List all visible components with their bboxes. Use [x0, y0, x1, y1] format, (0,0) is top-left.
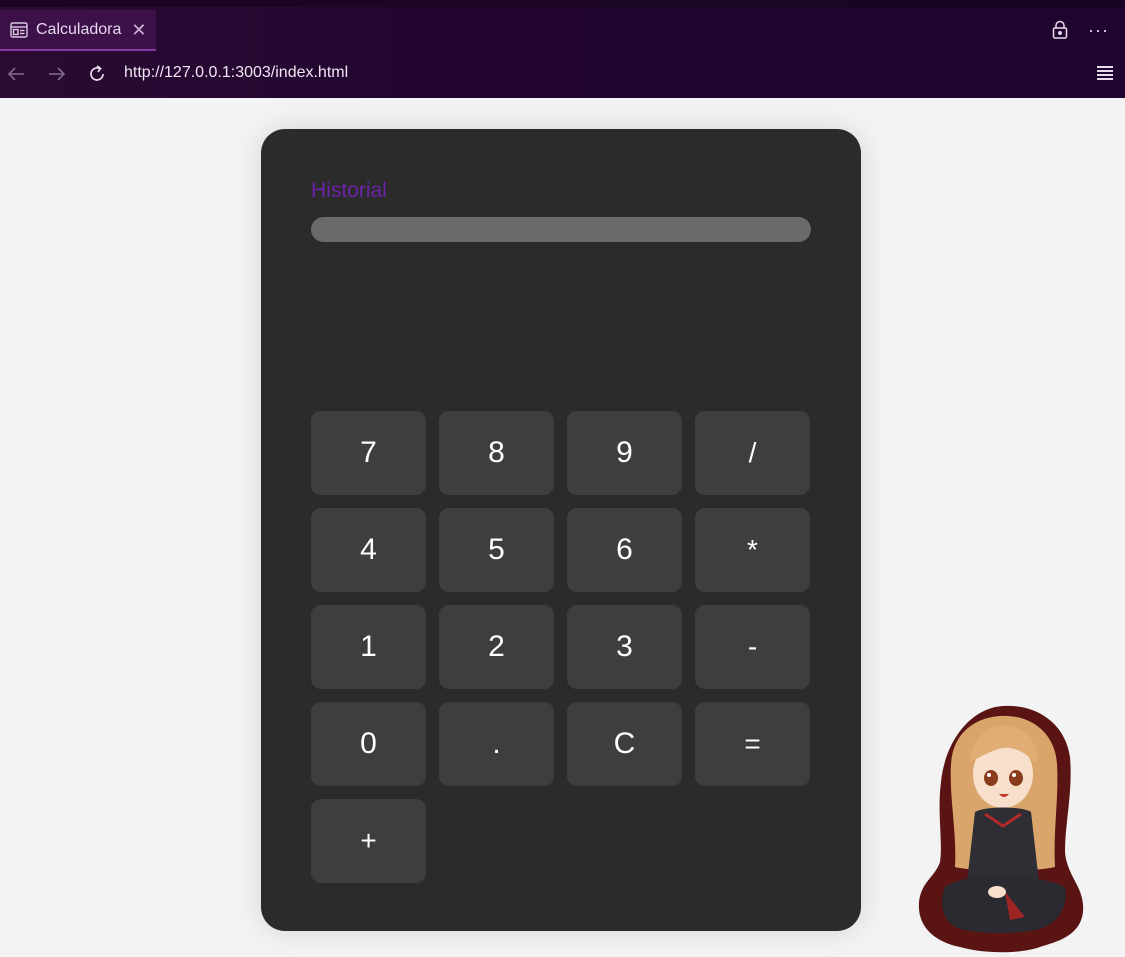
- history-display: [311, 217, 811, 242]
- key-2[interactable]: 2: [439, 605, 554, 689]
- key-multiply[interactable]: *: [695, 508, 810, 592]
- history-title: Historial: [311, 179, 387, 202]
- window-actions: ···: [1052, 20, 1109, 40]
- key-add[interactable]: +: [311, 799, 426, 883]
- key-equals[interactable]: =: [695, 702, 810, 786]
- address-bar-url[interactable]: http://127.0.0.1:3003/index.html: [124, 64, 348, 82]
- keypad: 7 8 9 / 4 5 6 * 1 2 3 - 0 . C = +: [311, 411, 811, 883]
- key-6[interactable]: 6: [567, 508, 682, 592]
- key-3[interactable]: 3: [567, 605, 682, 689]
- key-1[interactable]: 1: [311, 605, 426, 689]
- tab-title: Calculadora: [36, 20, 122, 38]
- more-options-icon[interactable]: ···: [1088, 21, 1109, 39]
- key-decimal[interactable]: .: [439, 702, 554, 786]
- key-5[interactable]: 5: [439, 508, 554, 592]
- menu-icon[interactable]: [1097, 66, 1113, 80]
- browser-chrome: Calculadora ✕ ··· http://127.0.0.1:3003/…: [0, 0, 1125, 98]
- key-8[interactable]: 8: [439, 411, 554, 495]
- chrome-top-strip: [0, 0, 1125, 7]
- key-4[interactable]: 4: [311, 508, 426, 592]
- anime-character-sticker: [915, 702, 1090, 957]
- close-icon[interactable]: ✕: [131, 21, 146, 39]
- key-9[interactable]: 9: [567, 411, 682, 495]
- tab-calculadora[interactable]: Calculadora ✕: [0, 10, 156, 51]
- page-icon: [10, 21, 28, 39]
- lock-icon[interactable]: [1052, 20, 1068, 40]
- key-subtract[interactable]: -: [695, 605, 810, 689]
- navigation-bar: http://127.0.0.1:3003/index.html: [0, 52, 1125, 96]
- key-0[interactable]: 0: [311, 702, 426, 786]
- calculator-panel: Historial 7 8 9 / 4 5 6 * 1 2 3 - 0 . C …: [261, 129, 861, 931]
- key-7[interactable]: 7: [311, 411, 426, 495]
- key-clear[interactable]: C: [567, 702, 682, 786]
- reload-icon[interactable]: [87, 64, 107, 84]
- back-arrow-icon[interactable]: [6, 64, 26, 84]
- forward-arrow-icon[interactable]: [47, 64, 67, 84]
- key-divide[interactable]: /: [695, 411, 810, 495]
